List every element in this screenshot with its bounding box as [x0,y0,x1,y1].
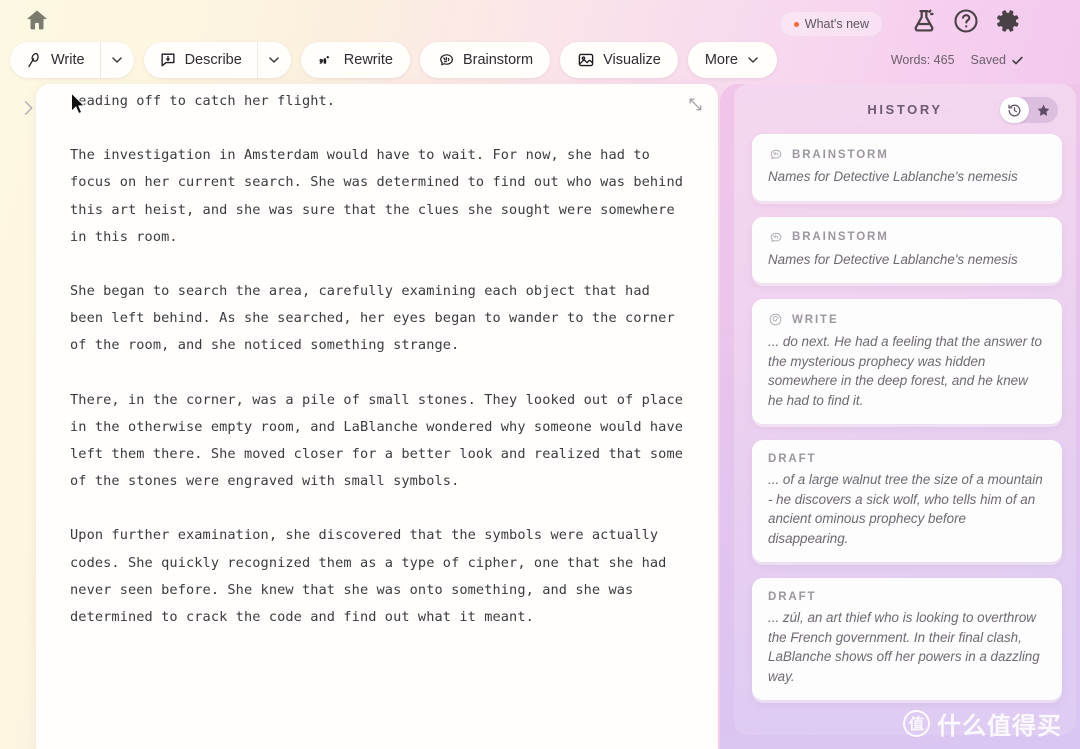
image-icon [577,51,595,69]
whats-new-dot [793,21,799,27]
visualize-button-main[interactable]: Visualize [560,42,678,78]
document-editor[interactable]: heading off to catch her flight. The inv… [36,84,718,749]
history-card-text: Names for Detective Lablanche's nemesis [768,251,1018,267]
document-paragraph: She began to search the area, carefully … [70,283,684,354]
help-circle-icon[interactable] [952,7,980,35]
document-paragraph: heading off to catch her flight. [70,93,336,109]
chevron-down-icon [746,53,760,67]
visualize-button[interactable]: Visualize [560,42,678,78]
history-card[interactable]: WRITE ... do next. He had a feeling that… [752,299,1062,424]
history-tab-recent[interactable] [1000,97,1029,123]
flask-icon[interactable] [910,7,938,35]
document-paragraph: There, in the corner, was a pile of smal… [70,391,692,490]
whats-new-label: What's new [804,17,869,31]
star-icon [1036,103,1051,118]
history-card-header: WRITE [768,312,1046,327]
describe-dropdown-toggle[interactable] [256,42,291,78]
history-card-type: DRAFT [768,453,817,465]
brainstorm-button[interactable]: Brainstorm [419,42,551,78]
history-card-text: ... of a large walnut tree the size of a… [768,472,1043,546]
document-paragraph: Upon further examination, she discovered… [70,527,675,626]
history-card-type: BRAINSTORM [792,148,889,161]
status-line: Words: 465 Saved [891,53,1024,67]
history-card-text: ... zúl, an art thief who is looking to … [768,610,1040,684]
history-card[interactable]: BRAINSTORM Names for Detective Lablanche… [752,134,1062,201]
history-card-list: BRAINSTORM Names for Detective Lablanche… [734,134,1076,700]
history-header: HISTORY [734,84,1076,134]
brain-icon [768,147,783,162]
quill-pen-icon [25,51,43,69]
spiral-icon [768,312,783,327]
document-text[interactable]: heading off to catch her flight. The inv… [36,84,718,631]
write-button-label: Write [51,52,85,68]
sidebar-collapse-toggle[interactable] [18,96,38,120]
brain-icon [437,51,455,69]
chevron-down-icon [267,53,281,67]
rewrite-button-main[interactable]: Rewrite [301,42,410,78]
whats-new-button[interactable]: What's new [780,12,882,36]
history-card[interactable]: DRAFT ... of a large walnut tree the siz… [752,440,1062,562]
save-status-label: Saved [970,53,1006,67]
history-card-header: DRAFT [768,591,1046,603]
history-title: HISTORY [867,101,943,117]
history-card-text: Names for Detective Lablanche's nemesis [768,169,1018,184]
brainstorm-button-main[interactable]: Brainstorm [420,42,550,78]
write-dropdown-toggle[interactable] [99,42,134,78]
history-panel: HISTORY BRAINSTORM Names for Detective L… [720,84,1080,749]
describe-button[interactable]: Describe [143,42,291,78]
describe-button-label: Describe [184,52,242,68]
history-card-header: BRAINSTORM [768,230,1046,245]
document-paragraph: The investigation in Amsterdam would hav… [70,147,692,245]
brainstorm-button-label: Brainstorm [462,52,534,68]
write-button[interactable]: Write [10,42,134,78]
history-card[interactable]: BRAINSTORM Names for Detective Lablanche… [752,216,1062,283]
check-icon [1011,54,1024,67]
history-panel-inner: HISTORY BRAINSTORM Names for Detective L… [734,84,1076,735]
history-card-header: DRAFT [768,453,1046,465]
editor-area: heading off to catch her flight. The inv… [18,84,718,749]
expand-diagonal-icon[interactable] [687,96,704,113]
rewrite-button[interactable]: Rewrite [300,42,410,78]
rewrite-button-label: Rewrite [343,52,393,68]
write-button-main[interactable]: Write [10,42,100,78]
home-icon[interactable] [24,7,50,33]
word-count: Words: 465 [890,53,955,67]
history-card-text: ... do next. He had a feeling that the a… [768,334,1042,408]
history-tab-starred[interactable] [1029,97,1058,123]
top-bar: What's new Words: 465 Saved [0,0,1080,67]
more-button-main[interactable]: More [688,42,777,78]
history-card-type: WRITE [792,313,839,326]
gear-icon[interactable] [994,7,1022,35]
more-button[interactable]: More [687,42,777,78]
chevron-down-icon [110,53,124,67]
history-card-type: DRAFT [768,591,817,603]
ai-toolbar: Write Describe Rewrite Brainstorm Visual… [10,42,777,78]
history-view-toggle[interactable] [1000,97,1058,123]
history-card[interactable]: DRAFT ... zúl, an art thief who is looki… [752,578,1062,700]
brain-icon [768,230,783,245]
app-root: What's new Words: 465 Saved Write Descri… [0,0,1080,749]
history-card-header: BRAINSTORM [768,147,1046,162]
clock-history-icon [1007,103,1022,118]
history-card-type: BRAINSTORM [792,231,889,243]
more-button-label: More [704,52,738,68]
describe-box-icon [159,51,177,69]
rewrite-sparkle-icon [318,51,336,69]
visualize-button-label: Visualize [603,52,661,68]
describe-button-main[interactable]: Describe [144,42,257,78]
save-status: Saved [971,53,1024,67]
